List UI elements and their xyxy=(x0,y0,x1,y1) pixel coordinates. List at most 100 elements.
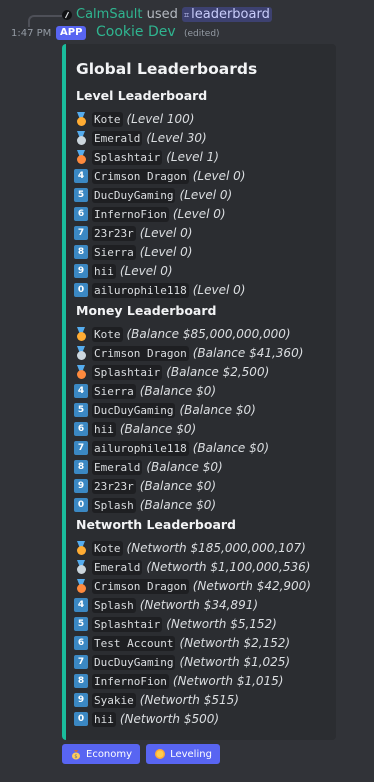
leaderboard-row: 5 DucDuyGaming (Level 0) xyxy=(74,186,232,204)
app-badge: APP xyxy=(56,26,87,40)
leaderboard-row: 9 Syakie (Networth $515) xyxy=(74,691,239,709)
player-stat: (Balance $0) xyxy=(146,460,223,474)
economy-button[interactable]: $ Economy xyxy=(62,744,141,764)
silver-medal-icon xyxy=(74,560,88,574)
slash-command-icon xyxy=(64,11,70,19)
leaderboard-row: 7 ailurophile118 (Balance $0) xyxy=(74,439,269,457)
message-header: 1:47 PM APP Cookie Dev (edited) xyxy=(0,24,374,44)
action-buttons: $ Economy Leveling xyxy=(62,744,220,764)
player-stat: (Balance $0) xyxy=(139,498,217,512)
player-stat: (Balance $41,360) xyxy=(192,346,304,360)
player-name: Emerald xyxy=(92,559,143,575)
player-stat: (Level 0) xyxy=(179,188,233,202)
reply-text: CalmSault used ⌗ leaderboard xyxy=(76,6,272,25)
player-name: 23r23r xyxy=(92,478,136,494)
keycap-0-icon: 0 xyxy=(74,498,88,512)
player-name: DucDuyGaming xyxy=(92,402,176,418)
player-name: Splash xyxy=(92,497,136,513)
player-stat: (Level 100) xyxy=(126,112,195,126)
embed-title: Global Leaderboards xyxy=(76,60,258,78)
author-name[interactable]: Cookie Dev xyxy=(96,24,176,40)
keycap-9-icon: 9 xyxy=(74,479,88,493)
gold-medal-icon xyxy=(74,112,88,126)
leaderboard-row: Emerald (Level 30) xyxy=(74,129,207,147)
coin-icon xyxy=(154,748,166,760)
keycap-7-icon: 7 xyxy=(74,655,88,669)
leaderboard-row: Splashtair (Level 1) xyxy=(74,148,219,166)
player-name: DucDuyGaming xyxy=(92,187,176,203)
player-name: Emerald xyxy=(92,459,143,475)
keycap-9-icon: 9 xyxy=(74,264,88,278)
leaderboard-row: 0 ailurophile118 (Level 0) xyxy=(74,281,245,299)
keycap-0-icon: 0 xyxy=(74,712,88,726)
keycap-6-icon: 6 xyxy=(74,422,88,436)
leaderboard-row: Emerald (Networth $1,100,000,536) xyxy=(74,558,310,576)
leaderboard-row: Kote (Networth $185,000,000,107) xyxy=(74,539,306,557)
leaderboard-row: 9 23r23r (Balance $0) xyxy=(74,477,216,495)
keycap-7-icon: 7 xyxy=(74,226,88,240)
player-stat: (Networth $1,100,000,536) xyxy=(146,560,311,574)
reply-avatar[interactable] xyxy=(62,10,72,20)
player-name: Emerald xyxy=(92,130,143,146)
silver-medal-icon xyxy=(74,131,88,145)
leaderboard-row: 0 Splash (Balance $0) xyxy=(74,496,216,514)
player-name: Crimson Dragon xyxy=(92,168,189,184)
player-name: Crimson Dragon xyxy=(92,345,189,361)
reply-username[interactable]: CalmSault xyxy=(76,7,143,22)
keycap-5-icon: 5 xyxy=(74,617,88,631)
bronze-medal-icon xyxy=(74,365,88,379)
section-title: Money Leaderboard xyxy=(76,303,217,318)
keycap-8-icon: 8 xyxy=(74,460,88,474)
player-stat: (Level 0) xyxy=(192,169,246,183)
leaderboard-row: 9 hii (Level 0) xyxy=(74,262,173,280)
reply-command[interactable]: ⌗ leaderboard xyxy=(182,7,272,22)
leaderboard-row: 8 Emerald (Balance $0) xyxy=(74,458,223,476)
player-name: Test Account xyxy=(92,635,176,651)
player-stat: (Level 0) xyxy=(192,283,246,297)
leveling-button[interactable]: Leveling xyxy=(146,744,220,764)
player-name: Sierra xyxy=(92,244,136,260)
keycap-5-icon: 5 xyxy=(74,188,88,202)
player-name: Splashtair xyxy=(92,364,163,380)
leaderboard-row: 6 Test Account (Networth $2,152) xyxy=(74,634,290,652)
keycap-6-icon: 6 xyxy=(74,636,88,650)
player-stat: (Networth $515) xyxy=(139,693,239,707)
leaderboard-row: 8 Sierra (Level 0) xyxy=(74,243,192,261)
reply-used-label: used xyxy=(146,7,178,22)
money-bag-icon: $ xyxy=(70,748,82,760)
player-name: Sierra xyxy=(92,383,136,399)
message-timestamp[interactable]: 1:47 PM xyxy=(11,28,51,39)
leaderboard-embed: Global Leaderboards Level Leaderboard Kot… xyxy=(62,44,336,740)
leaderboard-row: 7 DucDuyGaming (Networth $1,025) xyxy=(74,653,290,671)
player-name: hii xyxy=(92,263,116,279)
edited-label: (edited) xyxy=(184,29,220,39)
command-prefix-icon: ⌗ xyxy=(184,11,190,21)
player-stat: (Networth $185,000,000,107) xyxy=(126,541,306,555)
player-stat: (Level 0) xyxy=(139,245,193,259)
leaderboard-row: 5 DucDuyGaming (Balance $0) xyxy=(74,401,256,419)
gold-medal-icon xyxy=(74,327,88,341)
player-stat: (Level 0) xyxy=(172,207,226,221)
silver-medal-icon xyxy=(74,346,88,360)
leaderboard-row: 8 InfernoFion (Networth $1,015) xyxy=(74,672,284,690)
player-stat: (Balance $0) xyxy=(139,479,217,493)
keycap-0-icon: 0 xyxy=(74,283,88,297)
player-name: Splashtair xyxy=(92,616,163,632)
leaderboard-row: Splashtair (Balance $2,500) xyxy=(74,363,269,381)
leaderboard-row: 4 Splash (Networth $34,891) xyxy=(74,596,258,614)
section-title: Networth Leaderboard xyxy=(76,517,236,532)
reply-command-name: leaderboard xyxy=(191,7,270,22)
leaderboard-row: Crimson Dragon (Balance $41,360) xyxy=(74,344,303,362)
player-name: Crimson Dragon xyxy=(92,578,189,594)
leaderboard-row: 7 23r23r (Level 0) xyxy=(74,224,192,242)
player-name: Syakie xyxy=(92,692,136,708)
keycap-6-icon: 6 xyxy=(74,207,88,221)
player-stat: (Networth $2,152) xyxy=(179,636,291,650)
player-stat: (Balance $85,000,000,000) xyxy=(126,327,291,341)
player-stat: (Balance $0) xyxy=(179,403,256,417)
bronze-medal-icon xyxy=(74,579,88,593)
leaderboard-row: Kote (Balance $85,000,000,000) xyxy=(74,325,291,343)
player-stat: (Balance $0) xyxy=(119,422,197,436)
leaderboard-row: Crimson Dragon (Networth $42,900) xyxy=(74,577,311,595)
keycap-4-icon: 4 xyxy=(74,384,88,398)
